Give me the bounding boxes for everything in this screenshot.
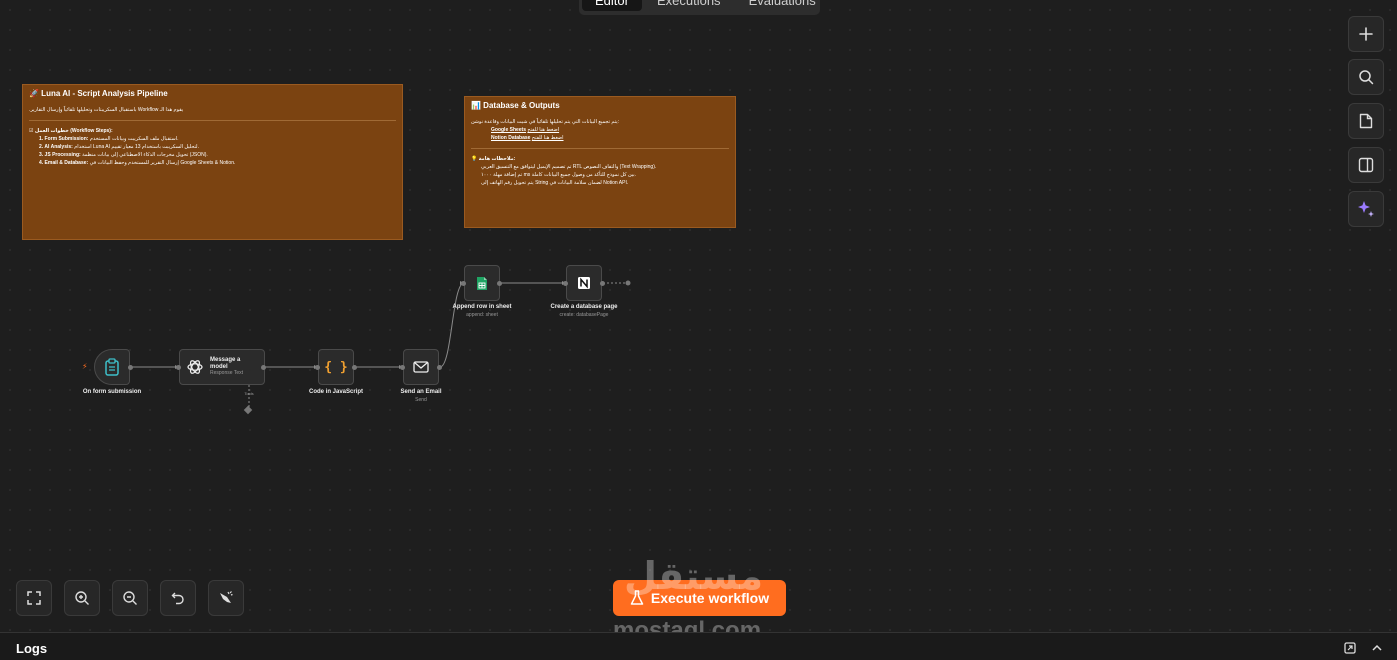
node-label: On form submission [82,389,142,395]
watermark-arabic: مستقل [624,556,763,598]
node-form-trigger[interactable] [94,349,130,385]
output-port[interactable] [128,365,133,370]
node-append-sheet[interactable] [464,265,500,301]
mail-icon [413,361,429,373]
google-sheets-icon [477,276,487,290]
logs-title: Logs [16,641,48,656]
node-subtitle: create: databasePage [559,312,609,318]
input-port[interactable] [400,365,405,370]
chevron-up-icon[interactable] [1372,644,1382,652]
node-text: Message a model Response Text [210,357,244,377]
undo-button[interactable] [160,580,196,616]
fit-view-button[interactable] [16,580,52,616]
clipboard-icon [105,358,119,376]
connection-line [439,282,465,368]
clean-up-icon [220,591,233,603]
input-port[interactable] [176,365,181,370]
node-subtitle: Response Text [210,370,243,377]
node-notion-page[interactable] [566,265,602,301]
undo-icon [171,592,184,605]
node-label: Create a database page [550,304,618,310]
node-label: Code in JavaScript [308,389,364,395]
node-label: Append row in sheet [452,304,512,310]
zoom-out-icon [123,591,137,605]
node-title: Message a model [210,357,241,370]
trigger-bolt-icon: ⚡ [82,362,88,371]
popout-icon[interactable] [1344,642,1356,654]
output-port[interactable] [352,365,357,370]
node-subtitle: Send [415,397,427,403]
fit-view-icon [27,591,41,605]
node-label: Send an Email [400,389,442,395]
tools-label: Tools [244,391,254,396]
output-port[interactable] [437,365,442,370]
input-port[interactable] [461,281,466,286]
output-port[interactable] [261,365,266,370]
output-port[interactable] [600,281,605,286]
logs-panel[interactable]: Logs [0,632,1397,660]
output-port [625,280,631,286]
zoom-in-button[interactable] [64,580,100,616]
notion-icon [578,277,590,289]
code-braces-icon: { } [324,359,348,375]
openai-icon [187,360,203,374]
zoom-in-icon [75,591,89,605]
node-code-javascript[interactable]: { } [318,349,354,385]
zoom-out-button[interactable] [112,580,148,616]
output-port[interactable] [497,281,502,286]
node-message-model[interactable]: Message a model Response Text [179,349,265,385]
clean-up-button[interactable] [208,580,244,616]
node-subtitle: append: sheet [466,312,498,318]
node-send-email[interactable] [403,349,439,385]
tools-port [243,405,253,415]
input-port[interactable] [563,281,568,286]
input-port[interactable] [315,365,320,370]
